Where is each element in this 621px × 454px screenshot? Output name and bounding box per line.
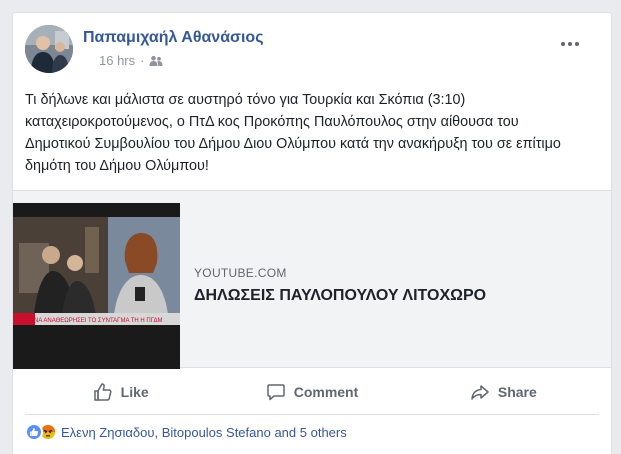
like-icon — [93, 382, 112, 401]
post-card: Παπαμιχαήλ Αθανάσιος 16 hrs · Τι δήλωνε … — [12, 12, 612, 454]
author-avatar[interactable] — [25, 25, 73, 73]
comment-button[interactable]: Comment — [216, 369, 407, 414]
video-thumbnail[interactable]: ΡΩΤΑ ΝΑ ΑΝΑΘΕΩΡΗΣΕΙ ΤΟ ΣΥΝΤΑΓΜΑ ΤΗ Η ΠΓΔ… — [13, 203, 180, 369]
post-header: Παπαμιχαήλ Αθανάσιος 16 hrs · — [25, 25, 585, 73]
share-button[interactable]: Share — [408, 369, 599, 414]
link-title[interactable]: ΔΗΛΩΣΕΙΣ ΠΑΥΛΟΠΟΥΛΟΥ ΛΙΤΟΧΩΡΟ — [194, 287, 486, 305]
thumbnail-caption: ΡΩΤΑ ΝΑ ΑΝΑΘΕΩΡΗΣΕΙ ΤΟ ΣΥΝΤΑΓΜΑ ΤΗ Η ΠΓΔ… — [17, 318, 162, 324]
author-name-link[interactable]: Παπαμιχαήλ Αθανάσιος — [83, 29, 264, 47]
post-actions-bar: Like Comment Share — [25, 369, 599, 415]
friends-icon[interactable] — [149, 55, 163, 67]
reactions-summary[interactable]: Ελενη Ζησιαδου, Bitopoulos Stefano and 5… — [25, 422, 347, 442]
share-label: Share — [497, 383, 537, 400]
reaction-names-link[interactable]: Ελενη Ζησιαδου, Bitopoulos Stefano and 5… — [61, 425, 347, 440]
share-icon — [471, 384, 489, 400]
comment-label: Comment — [293, 383, 359, 400]
more-options-icon[interactable] — [559, 33, 585, 47]
post-timestamp[interactable]: 16 hrs — [99, 53, 135, 68]
post-meta: 16 hrs · — [99, 53, 163, 68]
link-preview-card[interactable]: ΡΩΤΑ ΝΑ ΑΝΑΘΕΩΡΗΣΕΙ ΤΟ ΣΥΝΤΑΓΜΑ ΤΗ Η ΠΓΔ… — [13, 190, 611, 369]
meta-separator: · — [140, 53, 145, 68]
link-domain: YOUTUBE.COM — [194, 266, 287, 280]
comment-icon — [266, 383, 285, 400]
like-reaction-icon — [25, 423, 43, 441]
like-label: Like — [120, 383, 149, 400]
post-text: Τι δήλωνε και μάλιστα σε αυστηρό τόνο γι… — [25, 92, 561, 174]
like-button[interactable]: Like — [25, 369, 216, 414]
